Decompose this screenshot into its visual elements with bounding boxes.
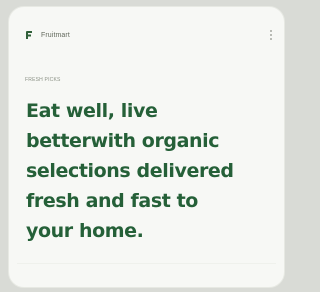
headline-line: your home. xyxy=(26,220,144,242)
vertical-ellipsis-icon[interactable] xyxy=(268,29,274,41)
bottom-divider xyxy=(17,263,276,264)
top-bar: Fruitmart xyxy=(25,27,274,43)
headline-line: fresh and fast to xyxy=(26,190,198,212)
brand-link[interactable]: Fruitmart xyxy=(25,30,70,40)
hero-headline: Eat well, live betterwith organic select… xyxy=(26,96,290,246)
headline-line: betterwith organic xyxy=(26,130,220,152)
leaf-logo-icon xyxy=(26,31,32,39)
headline-line: Eat well, live xyxy=(26,100,158,122)
headline-line: selections delivered xyxy=(26,160,234,182)
brand-name: Fruitmart xyxy=(41,31,70,39)
hero-eyebrow: FRESH PICKS xyxy=(25,77,61,83)
hero-card: Fruitmart FRESH PICKS Eat well, live bet… xyxy=(8,6,285,288)
